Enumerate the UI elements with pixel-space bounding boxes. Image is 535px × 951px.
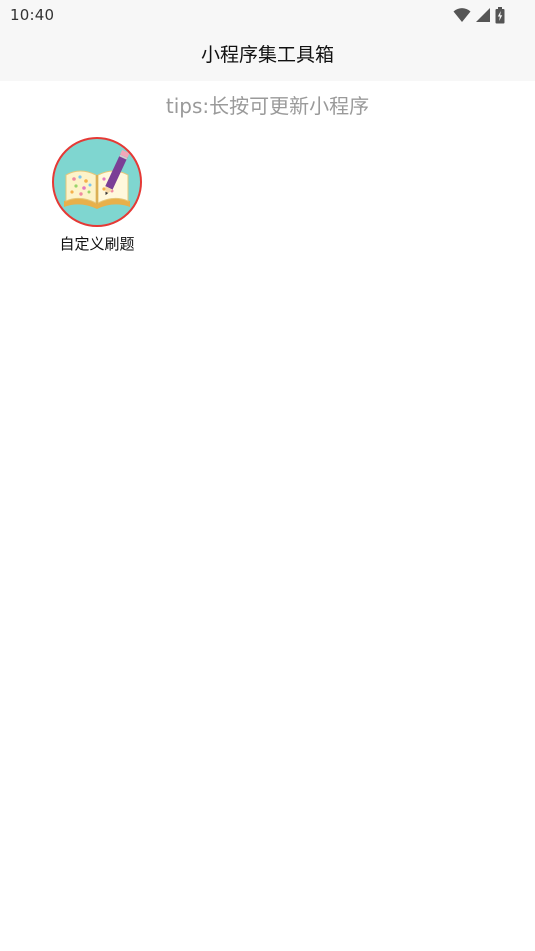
status-bar: 10:40 xyxy=(0,0,535,30)
status-icons xyxy=(453,5,505,25)
wifi-icon xyxy=(453,8,471,22)
status-time: 10:40 xyxy=(10,6,55,24)
mini-program-label: 自定义刷题 xyxy=(59,235,135,253)
nav-bar: 小程序集工具箱 xyxy=(0,30,535,81)
screen: 10:40 小程序集工具箱 tips:长按可更新小程序 自定义刷题 xyxy=(0,0,535,951)
battery-charging-icon xyxy=(495,6,505,23)
cellular-signal-icon xyxy=(476,8,490,22)
tips-text: tips:长按可更新小程序 xyxy=(165,94,370,118)
open-book-pencil-icon[interactable] xyxy=(52,137,142,227)
mini-program-item[interactable]: 自定义刷题 xyxy=(47,137,147,254)
page-title: 小程序集工具箱 xyxy=(200,44,334,66)
